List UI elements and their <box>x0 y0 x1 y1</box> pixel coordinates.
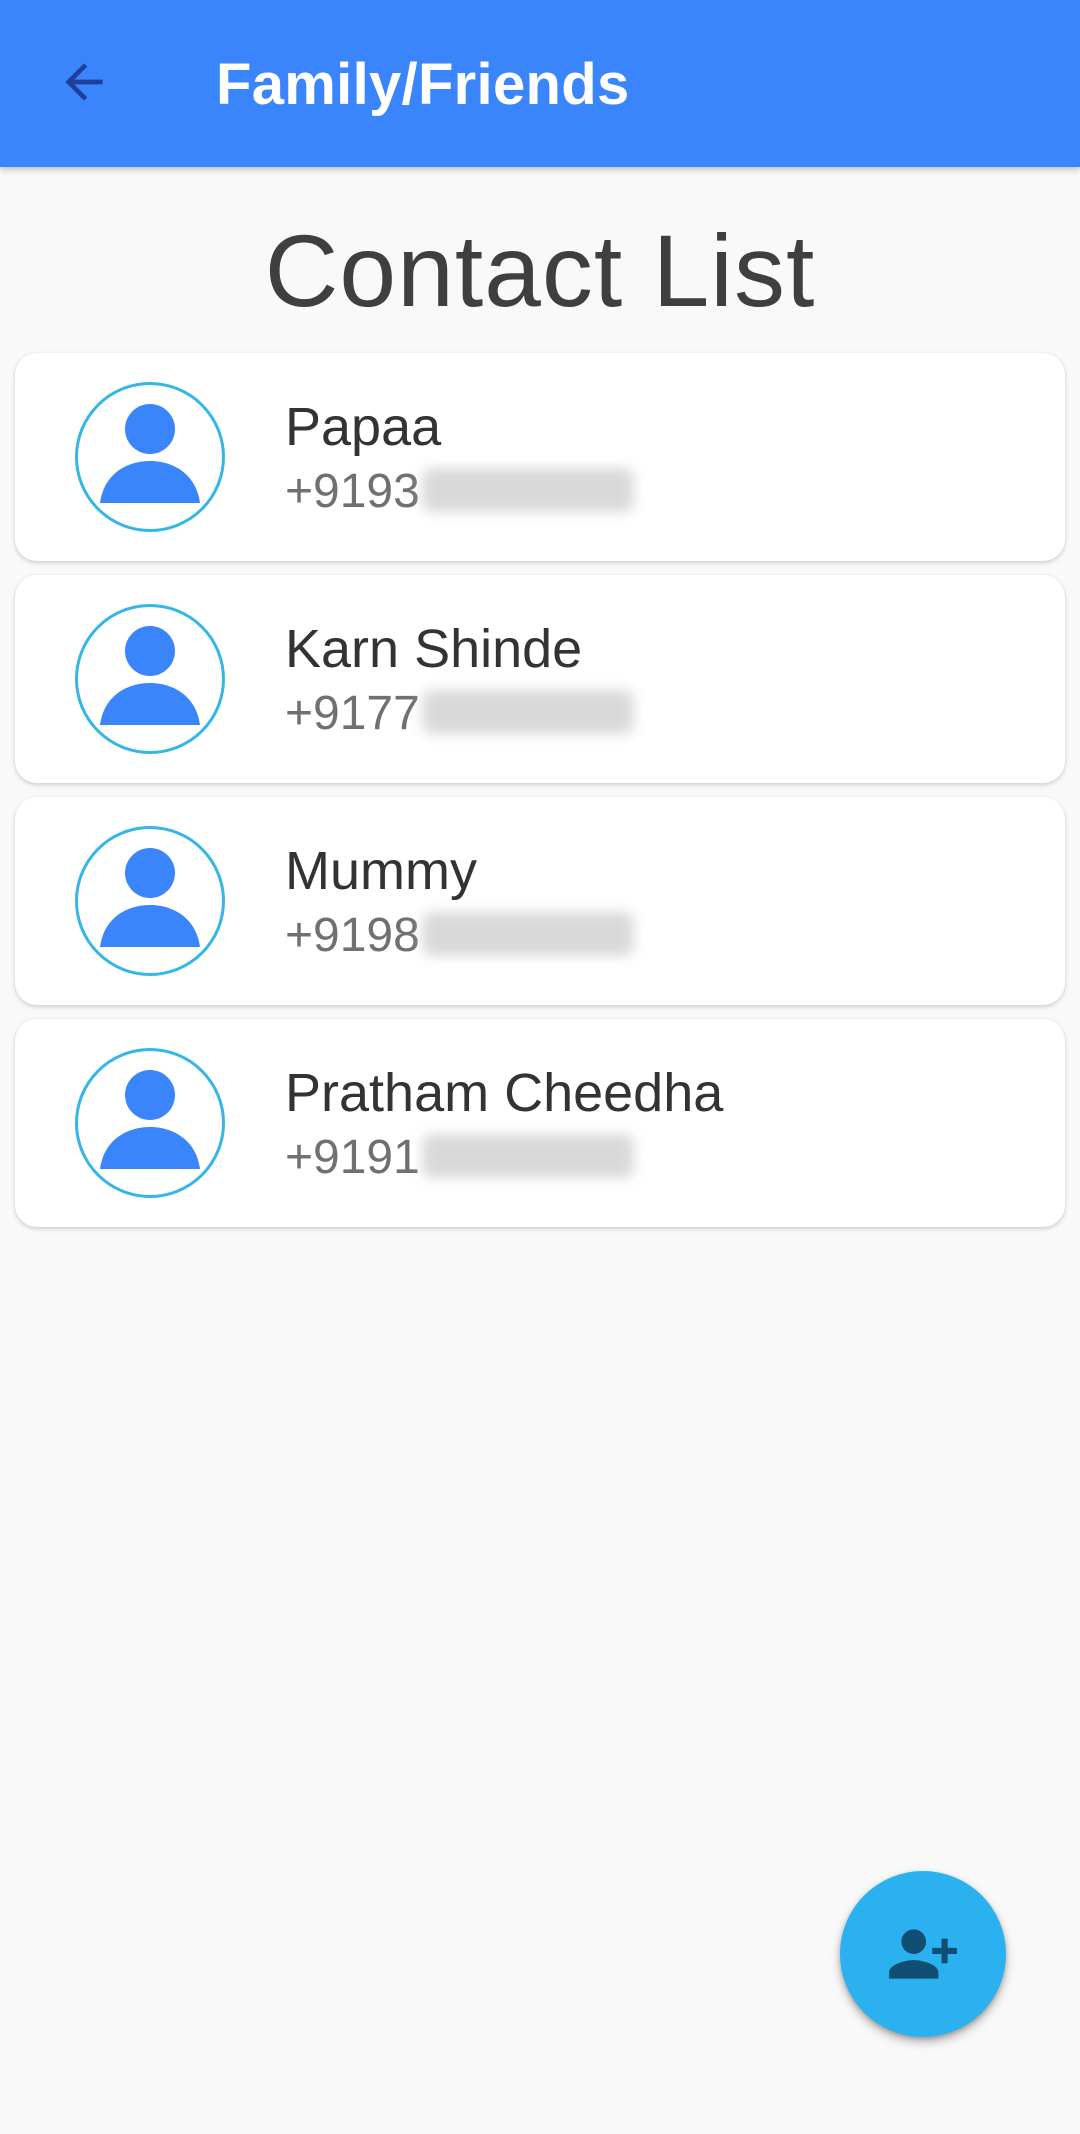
person-icon <box>100 1070 200 1169</box>
person-add-icon <box>889 1929 957 1979</box>
phone-prefix: +9193 <box>285 465 420 518</box>
contact-list: Papaa +9193 Karn Shinde +9177 Mummy +919… <box>15 353 1065 1241</box>
phone-redacted <box>421 468 634 513</box>
phone-prefix: +9198 <box>285 909 420 962</box>
avatar <box>75 382 225 532</box>
add-contact-button[interactable] <box>840 1871 1006 2037</box>
contact-card[interactable]: Mummy +9198 <box>15 797 1065 1005</box>
contact-card[interactable]: Karn Shinde +9177 <box>15 575 1065 783</box>
contact-name: Karn Shinde <box>285 619 583 679</box>
app-bar: Family/Friends <box>0 0 1080 167</box>
contact-phone: +9177 <box>285 685 634 743</box>
contact-name: Pratham Cheedha <box>285 1063 724 1123</box>
contact-phone: +9193 <box>285 463 634 521</box>
avatar <box>75 604 225 754</box>
page-title: Contact List <box>264 214 816 328</box>
contact-phone: +9191 <box>285 1129 634 1187</box>
contact-card[interactable]: Papaa +9193 <box>15 353 1065 561</box>
back-button[interactable] <box>48 46 120 118</box>
phone-prefix: +9177 <box>285 687 420 740</box>
phone-prefix: +9191 <box>285 1131 420 1184</box>
person-icon <box>100 404 200 503</box>
contact-phone: +9198 <box>285 907 634 965</box>
phone-redacted <box>421 690 634 735</box>
avatar <box>75 1048 225 1198</box>
phone-redacted <box>421 912 634 957</box>
contact-card[interactable]: Pratham Cheedha +9191 <box>15 1019 1065 1227</box>
contact-name: Mummy <box>285 841 477 901</box>
contact-name: Papaa <box>285 397 442 457</box>
person-icon <box>100 848 200 947</box>
phone-redacted <box>421 1134 634 1179</box>
person-icon <box>100 626 200 725</box>
arrow-back-icon <box>65 63 103 101</box>
app-bar-title: Family/Friends <box>216 52 630 117</box>
avatar <box>75 826 225 976</box>
